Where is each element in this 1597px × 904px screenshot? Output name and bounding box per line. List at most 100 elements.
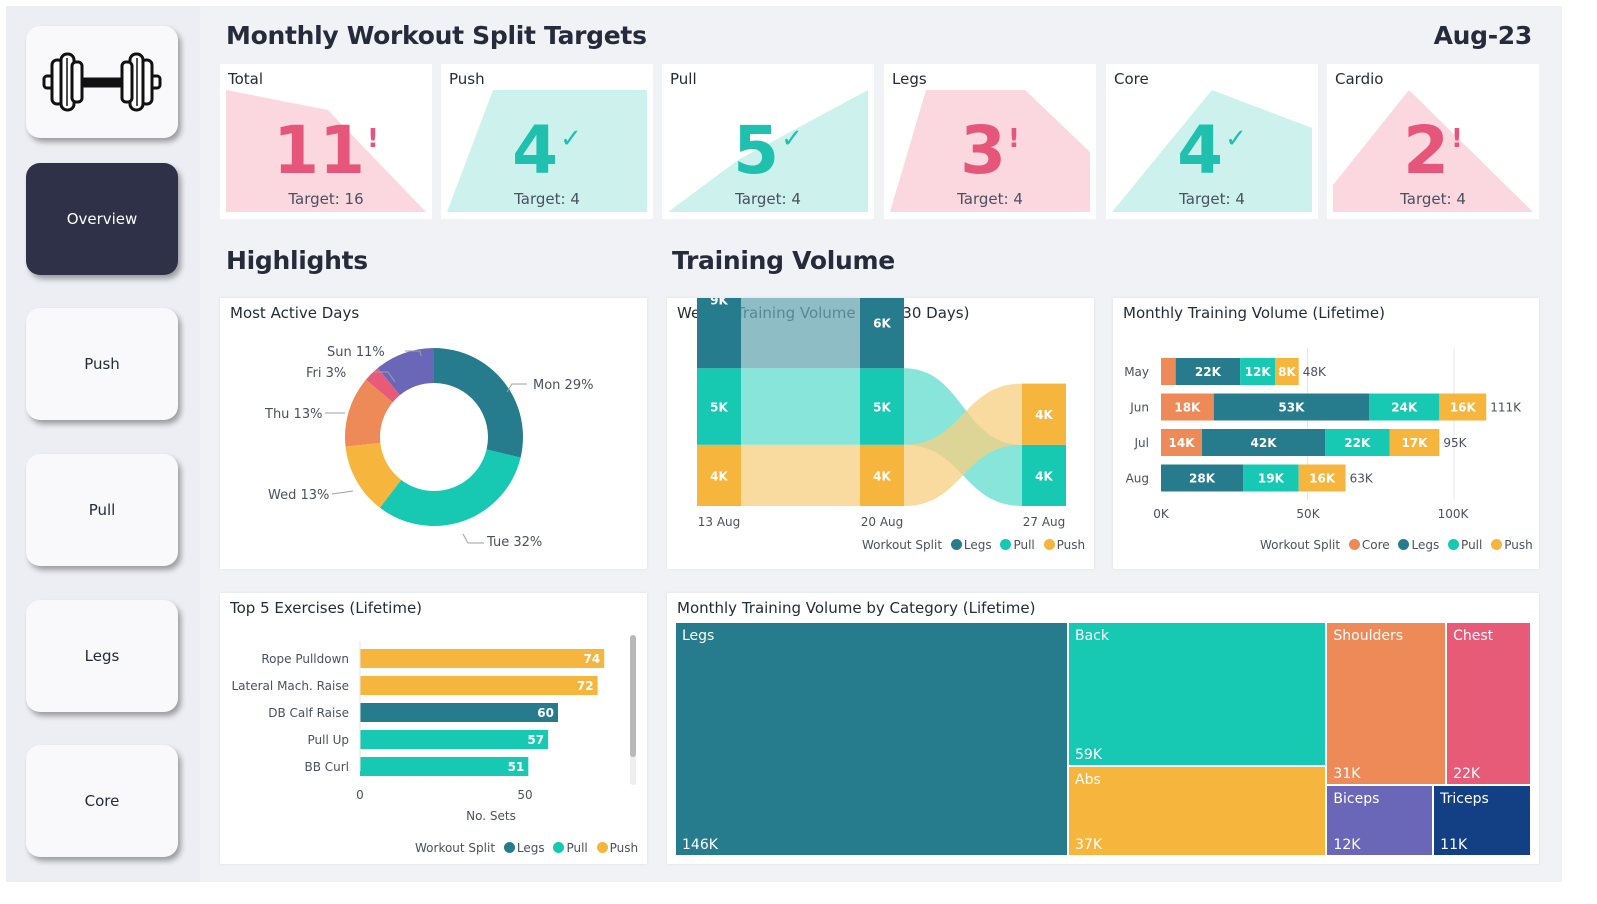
treemap-label: Chest [1453, 628, 1494, 644]
kpi-number: 4 [1177, 112, 1224, 189]
top5-scrollbar[interactable] [630, 635, 636, 757]
nav-legs[interactable]: Legs [26, 600, 178, 712]
weekly-volume-panel: Weekly Training Volume (Last 30 Days) 4K… [667, 298, 1094, 569]
monthly-tick-0: 0K [1153, 507, 1170, 521]
top5-chart: Rope Pulldown 74 Lateral Mach. Raise 72 DB C… [232, 635, 636, 823]
treemap-tile-chest[interactable]: Chest 22K [1447, 623, 1530, 785]
monthly-total-label: 48K [1303, 365, 1327, 379]
treemap-label: Abs [1075, 771, 1101, 788]
treemap-value: 31K [1333, 766, 1361, 783]
monthly-value-label: 18K [1174, 401, 1201, 415]
treemap-tile-back[interactable]: Back 59K [1069, 623, 1326, 765]
top5-value-label: 60 [537, 706, 554, 720]
treemap-chart: Legs 146K Back 59K Abs 37K Shoulders 31K Chest 22… [676, 623, 1532, 857]
kpi-value: 4✓ [1106, 112, 1318, 189]
monthly-bar-core[interactable] [1161, 358, 1176, 385]
legend-push: Push [609, 841, 639, 855]
top5-bar[interactable] [360, 730, 549, 749]
top5-value-label: 51 [508, 760, 525, 774]
monthly-tick-50: 50K [1296, 507, 1320, 521]
monthly-value-label: 17K [1401, 436, 1428, 450]
legend-title: Workout Split [1260, 538, 1341, 552]
monthly-value-label: 12K [1245, 365, 1272, 379]
dumbbell-icon [42, 52, 162, 112]
treemap-value: 22K [1453, 766, 1481, 783]
legend-title: Workout Split [862, 538, 943, 552]
weekly-bar-legs[interactable] [860, 298, 904, 369]
legend-push: Push [1504, 538, 1533, 552]
kpi-label: Legs [892, 70, 927, 88]
donut-label-sun: Sun 11% [327, 345, 385, 360]
legend-dot-push [596, 842, 608, 853]
treemap-tile-biceps[interactable]: Biceps 12K [1327, 786, 1433, 855]
alert-icon: ! [1008, 124, 1020, 154]
legend-pull: Pull [1013, 538, 1035, 552]
donut-slice-mon[interactable] [434, 348, 523, 458]
ribbon-legs [741, 298, 860, 369]
monthly-value-label: 28K [1189, 472, 1216, 486]
monthly-category-label: Jul [1134, 436, 1149, 450]
weekly-value-label: 5K [873, 401, 891, 415]
kpi-card-pull: Pull 5✓ Target: 4 [662, 64, 874, 219]
legend-dot-push [1491, 539, 1503, 550]
legend-legs: Legs [516, 841, 545, 855]
top5-bar[interactable] [360, 757, 529, 776]
treemap-value: 146K [682, 837, 718, 853]
nav-core[interactable]: Core [26, 745, 178, 857]
treemap-tile-abs[interactable]: Abs 37K [1069, 766, 1326, 855]
monthly-chart: May 22K 12K 8K 48K Jun 18K 53K 24K 16K 111K Jul 14K 4… [1124, 348, 1522, 521]
donut-slice-tue[interactable] [379, 449, 521, 526]
kpi-label: Total [228, 70, 264, 88]
alert-icon: ! [1451, 124, 1463, 154]
monthly-total-label: 95K [1443, 436, 1467, 450]
monthly-category-label: Jun [1129, 401, 1149, 415]
legend-pull: Pull [1461, 538, 1483, 552]
treemap-tile-legs[interactable]: Legs 146K [676, 623, 1067, 855]
treemap-tile-shoulders[interactable]: Shoulders 31K [1327, 623, 1446, 785]
top5-bar[interactable] [360, 649, 605, 668]
kpi-card-total: Total 11! Target: 16 [220, 64, 432, 219]
nav-pull[interactable]: Pull [26, 454, 178, 566]
legend-dot-pull [1448, 539, 1460, 550]
kpi-number: 2 [1403, 112, 1450, 189]
top5-bar[interactable] [360, 703, 558, 722]
ribbon-pull [741, 368, 860, 445]
weekly-date-label: 13 Aug [698, 515, 741, 529]
weekly-date-label: 27 Aug [1023, 515, 1066, 529]
treemap-value: 59K [1075, 746, 1102, 763]
kpi-value: 5✓ [662, 112, 874, 189]
top5-category-label: Pull Up [307, 733, 349, 747]
legend-dot-core [1348, 539, 1360, 550]
check-icon: ✓ [781, 124, 803, 154]
weekly-value-label: 5K [710, 401, 728, 415]
top5-bar[interactable] [360, 676, 598, 695]
legend-push: Push [1056, 538, 1086, 552]
kpi-label: Pull [670, 70, 697, 88]
monthly-value-label: 14K [1169, 436, 1196, 450]
logo-button[interactable] [26, 26, 178, 138]
weekly-bar-legs[interactable] [697, 298, 741, 369]
legend-legs: Legs [1411, 538, 1440, 552]
treemap-label: Biceps [1333, 791, 1380, 808]
kpi-value: 4✓ [441, 112, 653, 189]
treemap-tile-triceps[interactable]: Triceps 11K [1434, 786, 1530, 855]
treemap-value: 37K [1075, 837, 1102, 853]
monthly-value-label: 24K [1391, 401, 1418, 415]
monthly-value-label: 19K [1258, 472, 1285, 486]
donut-label-thu: Thu 13% [264, 407, 322, 422]
treemap-panel: Monthly Training Volume by Category (Lif… [667, 593, 1539, 864]
kpi-number: 4 [512, 112, 559, 189]
kpi-label: Cardio [1335, 70, 1384, 88]
top5-tick-50: 50 [517, 788, 532, 802]
nav-push[interactable]: Push [26, 308, 178, 420]
kpi-number: 3 [960, 112, 1007, 189]
top5-value-label: 72 [577, 679, 594, 693]
kpi-target: Target: 4 [1400, 190, 1466, 208]
weekly-date-label: 20 Aug [861, 515, 904, 529]
kpi-card-legs: Legs 3! Target: 4 [884, 64, 1096, 219]
section-training-volume: Training Volume [672, 246, 895, 275]
kpi-target: Target: 4 [735, 190, 801, 208]
donut-label-mon: Mon 29% [533, 378, 593, 393]
kpi-target: Target: 4 [957, 190, 1023, 208]
nav-overview[interactable]: Overview [26, 163, 178, 275]
